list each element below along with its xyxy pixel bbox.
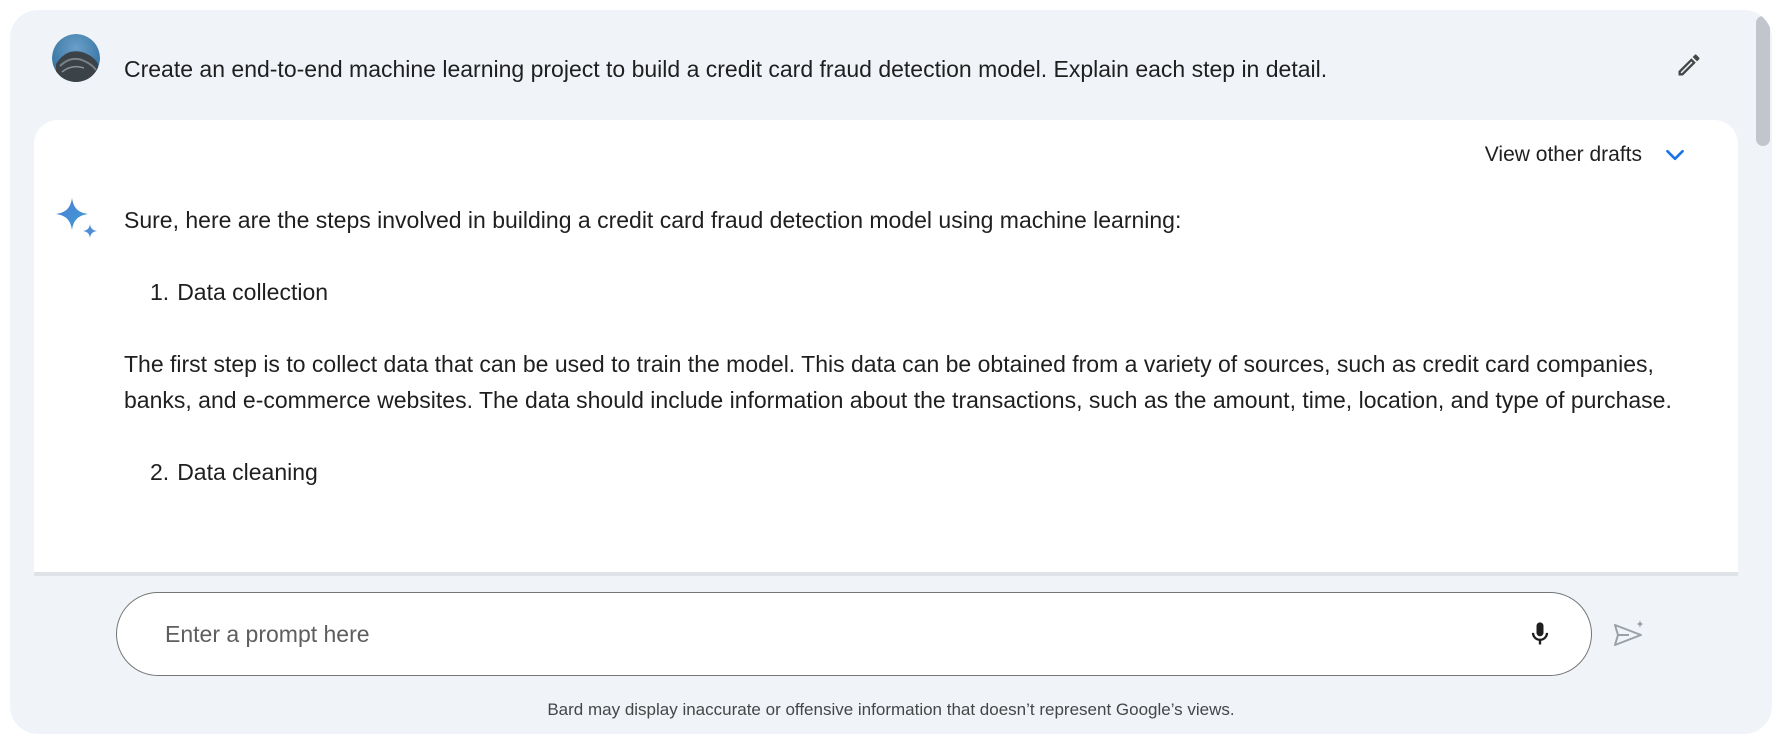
prompt-input[interactable] xyxy=(163,593,1467,676)
step-item: 2. Data cleaning xyxy=(150,454,1714,490)
microphone-button[interactable] xyxy=(1517,611,1563,657)
step-number: 2. xyxy=(150,459,170,485)
step-item: 1. Data collection xyxy=(150,274,1714,310)
scrollbar-thumb[interactable] xyxy=(1756,16,1770,146)
step-title: Data cleaning xyxy=(177,459,318,485)
response-body: Sure, here are the steps involved in bui… xyxy=(124,202,1714,526)
drafts-label: View other drafts xyxy=(1484,143,1642,166)
response-card: View other drafts Sure, here are the ste… xyxy=(34,120,1738,574)
disclaimer-text: Bard may display inaccurate or offensive… xyxy=(547,700,1235,719)
user-avatar xyxy=(52,34,100,82)
step-number: 1. xyxy=(150,279,170,305)
send-icon xyxy=(1614,620,1644,646)
microphone-icon xyxy=(1531,622,1549,645)
step-title: Data collection xyxy=(177,279,329,305)
user-query: Create an end-to-end machine learning pr… xyxy=(10,10,1772,110)
view-other-drafts-button[interactable]: View other drafts xyxy=(1485,142,1688,168)
response-intro: Sure, here are the steps involved in bui… xyxy=(124,207,1182,233)
chevron-down-icon xyxy=(1666,149,1684,161)
chat-container: Create an end-to-end machine learning pr… xyxy=(10,10,1772,734)
content-divider xyxy=(34,572,1738,576)
query-text: Create an end-to-end machine learning pr… xyxy=(124,56,1328,82)
pencil-icon xyxy=(1678,54,1700,76)
send-button[interactable] xyxy=(1606,612,1652,658)
prompt-input-container xyxy=(116,592,1592,676)
edit-query-button[interactable] xyxy=(1666,42,1712,88)
step-body: The first step is to collect data that c… xyxy=(124,351,1672,413)
bard-sparkle-icon xyxy=(52,194,104,246)
